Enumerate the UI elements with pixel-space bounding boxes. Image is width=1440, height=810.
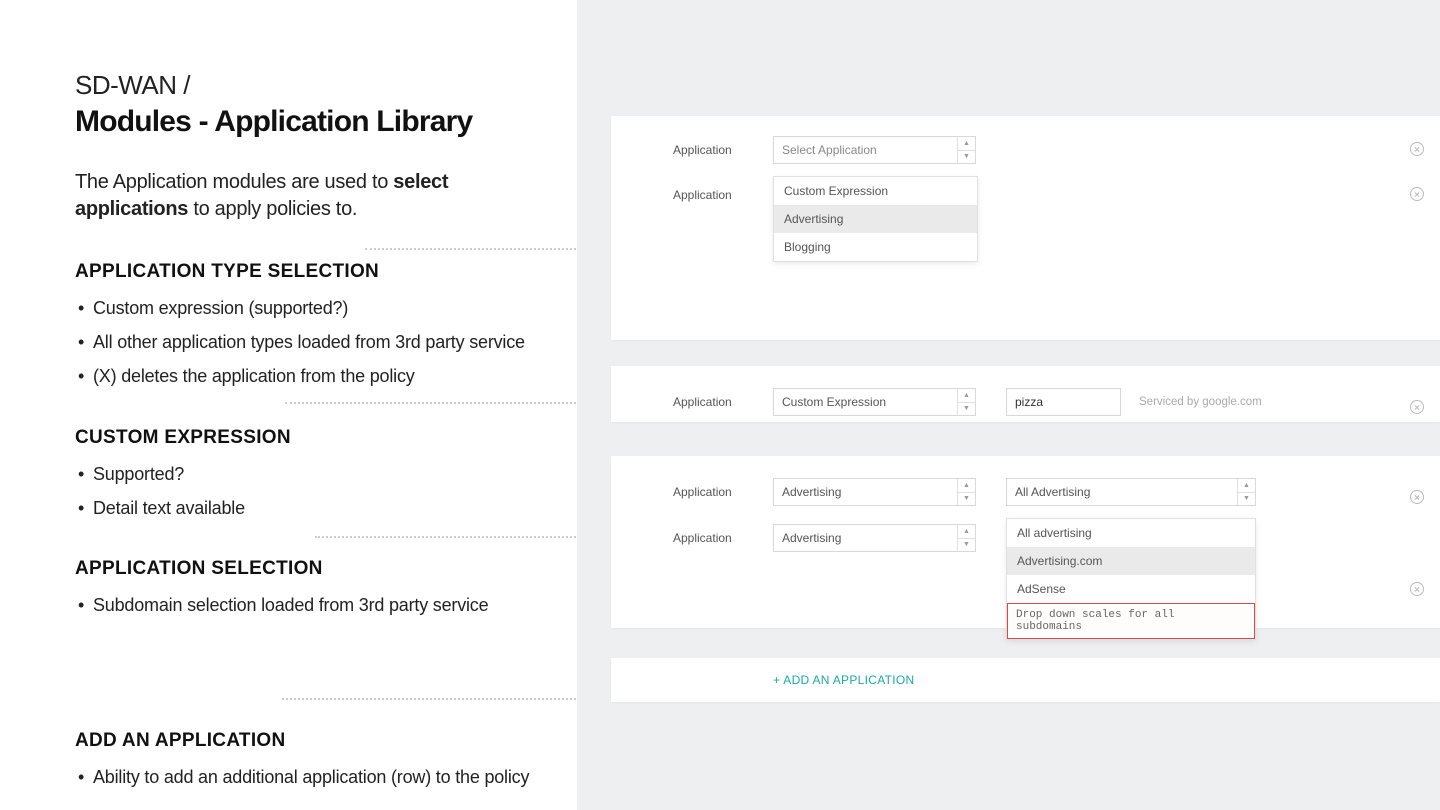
stepper-icon[interactable]: ▲▼ [957,525,975,551]
card-custom-expression: Application Custom Expression ▲▼ Service… [611,366,1440,422]
dropdown-note: Drop down scales for all subdomains [1007,603,1255,639]
dropdown-option-advertising[interactable]: Advertising [774,205,977,233]
bullet: All other application types loaded from … [75,329,547,357]
bullet: (X) deletes the application from the pol… [75,363,547,391]
stepper-icon[interactable]: ▲▼ [1237,479,1255,505]
select-value: All Advertising [1015,485,1090,499]
field-label: Application [673,395,743,409]
subdomain-dropdown: All advertising Advertising.com AdSense … [1006,518,1256,640]
intro-pre: The Application modules are used to [75,171,393,193]
section-heading-add: ADD AN APPLICATION [75,730,547,752]
intro-post: to apply policies to. [188,198,357,220]
dropdown-option-custom[interactable]: Custom Expression [774,177,977,205]
field-label: Application [673,485,743,499]
spec-panel: SD-WAN / Modules - Application Library T… [0,0,577,810]
card-app-type: Application Select Application ▲▼ Applic… [611,116,1440,340]
select-value: Advertising [782,485,841,499]
field-label: Application [673,143,743,157]
application-select[interactable]: Custom Expression ▲▼ [773,388,976,416]
application-select[interactable]: Select Application ▲▼ [773,136,976,164]
hint-text: Serviced by google.com [1139,396,1262,408]
mock-panel: Application Select Application ▲▼ Applic… [577,0,1440,810]
stepper-icon[interactable]: ▲▼ [957,389,975,415]
field-label: Application [673,188,743,202]
dropdown-option-adsense[interactable]: AdSense [1007,575,1255,603]
dropdown-option-advertising-com[interactable]: Advertising.com [1007,547,1255,575]
select-value: Select Application [782,143,877,157]
card-app-selection: Application Advertising ▲▼ All Advertisi… [611,456,1440,628]
select-value: Custom Expression [782,395,886,409]
dropdown-option-all[interactable]: All advertising [1007,519,1255,547]
application-select[interactable]: Advertising ▲▼ [773,478,976,506]
bullet: Ability to add an additional application… [75,764,547,792]
delete-application-button[interactable] [1410,142,1424,156]
delete-application-button[interactable] [1410,582,1424,596]
select-value: Advertising [782,531,841,545]
bullet: Detail text available [75,495,547,523]
dropdown-option-blogging[interactable]: Blogging [774,233,977,261]
section-heading-app-sel: APPLICATION SELECTION [75,558,547,580]
subdomain-select[interactable]: All Advertising ▲▼ [1006,478,1256,506]
intro-text: The Application modules are used to sele… [75,169,547,223]
bullet: Subdomain selection loaded from 3rd part… [75,592,547,620]
add-application-button[interactable]: + ADD AN APPLICATION [773,673,915,687]
page-title: Modules - Application Library [75,105,547,139]
application-select[interactable]: Advertising ▲▼ [773,524,976,552]
breadcrumb: SD-WAN / [75,70,547,101]
bullet: Custom expression (supported?) [75,295,547,323]
field-label: Application [673,531,743,545]
delete-application-button[interactable] [1410,490,1424,504]
stepper-icon[interactable]: ▲▼ [957,479,975,505]
application-type-dropdown: Custom Expression Advertising Blogging [773,176,978,262]
section-heading-app-type: APPLICATION TYPE SELECTION [75,261,547,283]
delete-application-button[interactable] [1410,187,1424,201]
section-heading-custom: CUSTOM EXPRESSION [75,427,547,449]
bullet: Supported? [75,461,547,489]
stepper-icon[interactable]: ▲▼ [957,137,975,163]
custom-expression-input[interactable] [1006,388,1121,416]
card-add-application: + ADD AN APPLICATION [611,658,1440,702]
delete-application-button[interactable] [1410,400,1424,414]
